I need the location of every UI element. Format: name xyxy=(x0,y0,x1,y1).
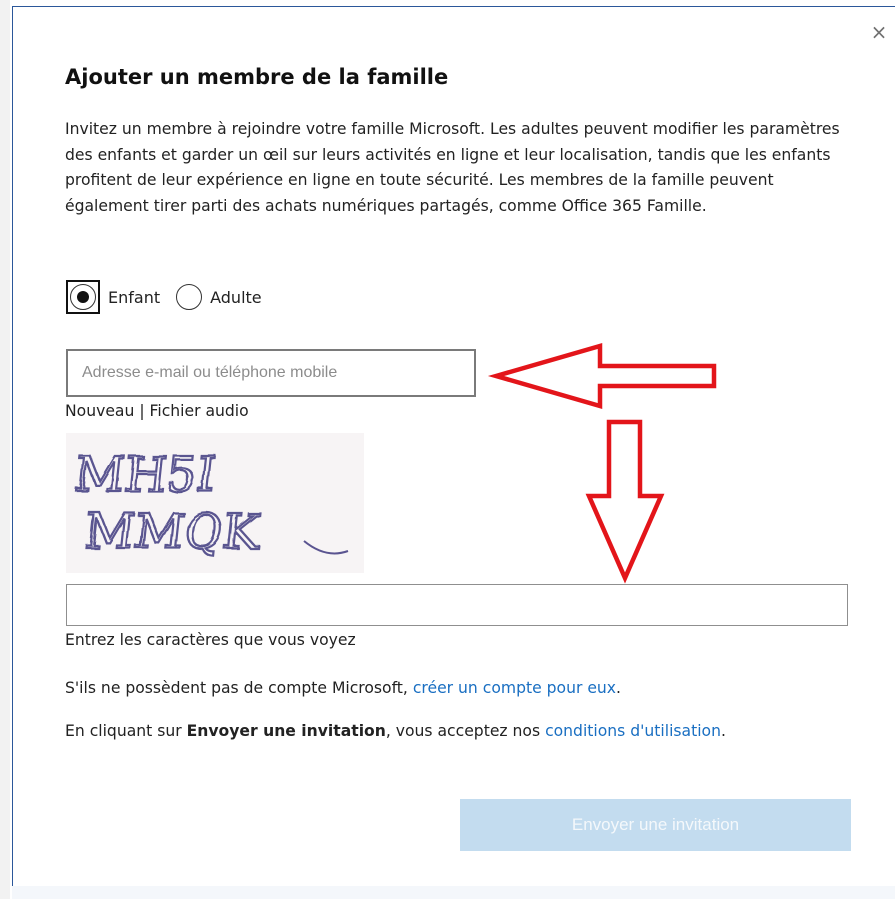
left-arrow-annotation xyxy=(487,343,717,409)
down-arrow-annotation xyxy=(585,419,665,584)
annotation-arrows xyxy=(487,343,717,584)
